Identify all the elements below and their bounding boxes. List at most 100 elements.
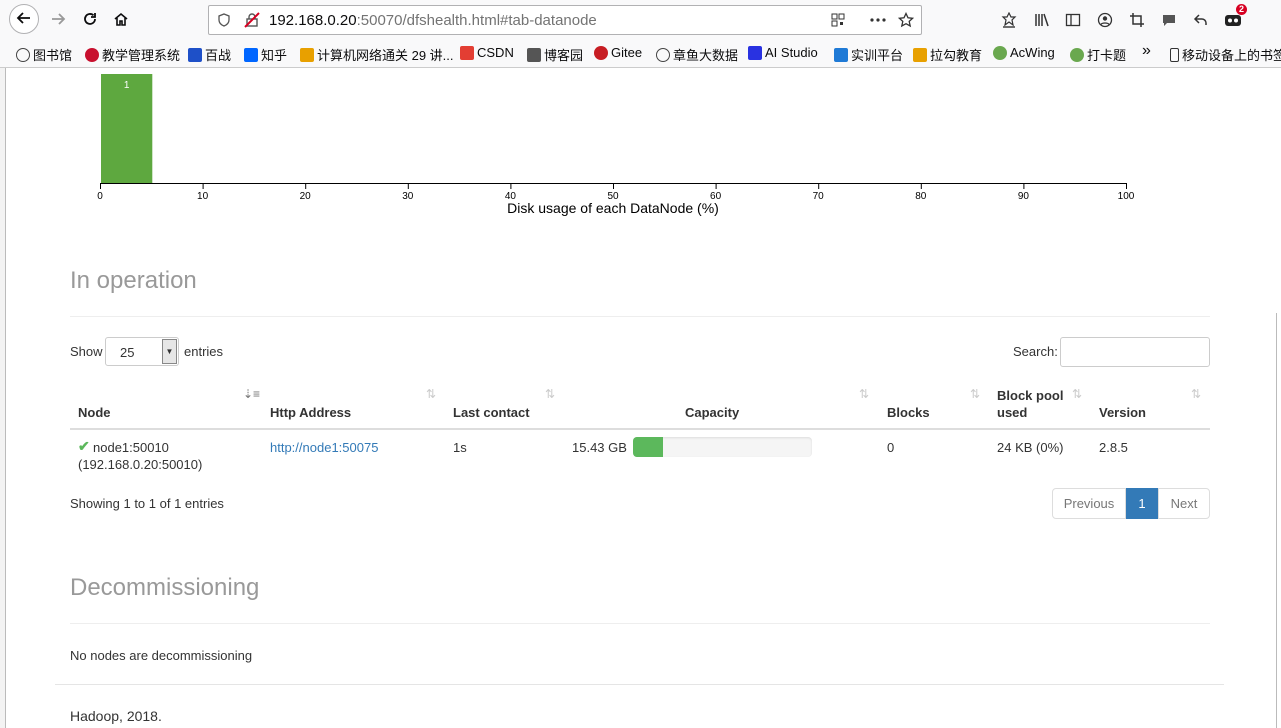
column-header-http-address[interactable]: Http Address (270, 405, 351, 420)
bookmark-label: 计算机网络通关 29 讲... (317, 48, 454, 63)
sidebar-icon[interactable] (1063, 10, 1083, 30)
bookmark-item[interactable]: 博客园 (527, 45, 583, 64)
node-ip: (192.168.0.20:50010) (78, 457, 203, 472)
bookmark-item[interactable]: 教学管理系统 (85, 45, 180, 64)
show-label: Show (70, 344, 103, 359)
grid-icon (300, 47, 314, 62)
zhihu-icon (244, 47, 258, 62)
browser-toolbar: 192.168.0.20:50070/dfshealth.html#tab-da… (0, 0, 1281, 40)
gitee-icon (594, 45, 608, 60)
baizhan-icon (188, 47, 202, 62)
bookmarks-overflow-button[interactable]: » (1142, 42, 1151, 60)
bookmarks-toolbar: 图书馆 教学管理系统 百战 知乎 计算机网络通关 29 讲... CSDN 博客园 Gitee… (0, 40, 1281, 68)
check-icon: ✔ (78, 438, 90, 454)
mobile-bookmarks-label: 移动设备上的书签 (1182, 48, 1281, 63)
account-icon[interactable] (1095, 10, 1115, 30)
page-1-button[interactable]: 1 (1126, 488, 1158, 519)
bookmark-item[interactable]: CSDN (460, 45, 514, 60)
url-path: :50070/dfshealth.html#tab-datanode (356, 12, 597, 29)
tracking-shield-icon[interactable] (215, 11, 233, 29)
bookmark-item[interactable]: 拉勾教育 (913, 45, 982, 64)
chat-icon[interactable] (1159, 10, 1179, 30)
reload-icon (82, 11, 98, 30)
mobile-bookmarks-folder[interactable]: 移动设备上的书签 (1170, 45, 1281, 64)
grid-icon (913, 47, 927, 62)
column-header-last-contact[interactable]: Last contact (453, 405, 530, 420)
search-label: Search: (1013, 344, 1058, 359)
bookmark-item[interactable]: 打卡题 (1070, 45, 1126, 64)
x-tick-label: 90 (1018, 191, 1030, 202)
reload-button[interactable] (76, 6, 104, 34)
qr-code-icon[interactable] (829, 11, 847, 29)
section-divider (70, 623, 1210, 624)
capacity-progress-bar (633, 437, 812, 457)
sort-both-icon[interactable]: ⇅ (1191, 387, 1201, 401)
acwing-icon (993, 45, 1007, 60)
footer-text: Hadoop, 2018. (70, 708, 162, 724)
back-button[interactable] (9, 4, 39, 34)
in-operation-heading: In operation (70, 267, 197, 294)
column-header-node[interactable]: Node (78, 405, 111, 420)
downloads-icon[interactable] (999, 10, 1019, 30)
bookmark-label: 章鱼大数据 (673, 48, 739, 63)
undo-icon[interactable] (1191, 10, 1211, 30)
acwing-icon (1070, 47, 1084, 62)
http-address-link[interactable]: http://node1:50075 (270, 440, 378, 455)
right-scroll-edge (1276, 313, 1281, 728)
search-input[interactable] (1060, 337, 1210, 367)
bookmark-item[interactable]: 计算机网络通关 29 讲... (300, 45, 454, 64)
x-tick-label: 10 (197, 191, 209, 202)
x-tick-label: 30 (402, 191, 414, 202)
column-header-capacity[interactable]: Capacity (685, 405, 739, 420)
bookmark-label: 知乎 (261, 48, 288, 63)
forward-arrow-icon (50, 11, 66, 30)
bookmark-item[interactable]: 章鱼大数据 (656, 45, 738, 64)
sort-both-icon[interactable]: ⇅ (426, 387, 436, 401)
footer-divider (55, 684, 1224, 685)
x-tick-label: 80 (915, 191, 927, 202)
bookmark-star-icon[interactable] (897, 11, 915, 29)
bookmark-label: 打卡题 (1087, 48, 1127, 63)
decommissioning-empty-message: No nodes are decommissioning (70, 648, 253, 663)
dropdown-arrow-icon[interactable]: ▼ (162, 339, 177, 364)
page-content: 1 0 10 20 30 40 50 60 70 80 90 100 Disk usage of eac… (0, 68, 1281, 728)
sort-both-icon[interactable]: ⇅ (1072, 387, 1082, 401)
screenshot-crop-icon[interactable] (1127, 10, 1147, 30)
bookmark-label: AI Studio (765, 45, 818, 60)
bookmark-item[interactable]: AcWing (993, 45, 1055, 60)
library-icon[interactable] (1032, 10, 1052, 30)
bookmark-label: 博客园 (544, 48, 584, 63)
insecure-lock-icon[interactable] (243, 11, 261, 29)
bookmark-item[interactable]: 知乎 (244, 45, 287, 64)
bookmark-label: 图书馆 (33, 48, 73, 63)
home-button[interactable] (107, 6, 135, 34)
url-text[interactable]: 192.168.0.20:50070/dfshealth.html#tab-da… (269, 12, 597, 29)
address-bar[interactable]: 192.168.0.20:50070/dfshealth.html#tab-da… (208, 5, 922, 35)
sort-both-icon[interactable]: ⇅ (859, 387, 869, 401)
bookmark-item[interactable]: Gitee (594, 45, 642, 60)
csdn-icon (460, 45, 474, 60)
page-actions-icon[interactable] (869, 11, 887, 29)
bookmark-item[interactable]: 百战 (188, 45, 231, 64)
sort-asc-icon[interactable]: ⇣≡ (243, 387, 260, 401)
next-page-button[interactable]: Next (1158, 488, 1210, 519)
bookmark-item[interactable]: 图书馆 (16, 45, 72, 64)
sort-both-icon[interactable]: ⇅ (970, 387, 980, 401)
block-pool-used-value: 24 KB (0%) (997, 440, 1064, 455)
back-arrow-icon (16, 10, 32, 29)
forward-button[interactable] (44, 6, 72, 34)
aistudio-icon (748, 45, 762, 60)
column-header-block-pool-used[interactable]: used (997, 405, 1027, 420)
bookmark-item[interactable]: AI Studio (748, 45, 818, 60)
sort-both-icon[interactable]: ⇅ (545, 387, 555, 401)
column-header-version[interactable]: Version (1099, 405, 1146, 420)
column-header-block-pool[interactable]: Block pool (997, 388, 1063, 403)
x-axis-label: Disk usage of each DataNode (%) (507, 200, 719, 216)
page-size-select[interactable]: 25 ▼ (105, 337, 179, 366)
blocks-value: 0 (887, 440, 895, 455)
previous-page-button[interactable]: Previous (1052, 488, 1126, 519)
bookmark-item[interactable]: 实训平台 (834, 45, 903, 64)
column-header-blocks[interactable]: Blocks (887, 405, 930, 420)
extension-icon[interactable]: 2 (1223, 4, 1247, 30)
x-tick-label: 70 (813, 191, 825, 202)
